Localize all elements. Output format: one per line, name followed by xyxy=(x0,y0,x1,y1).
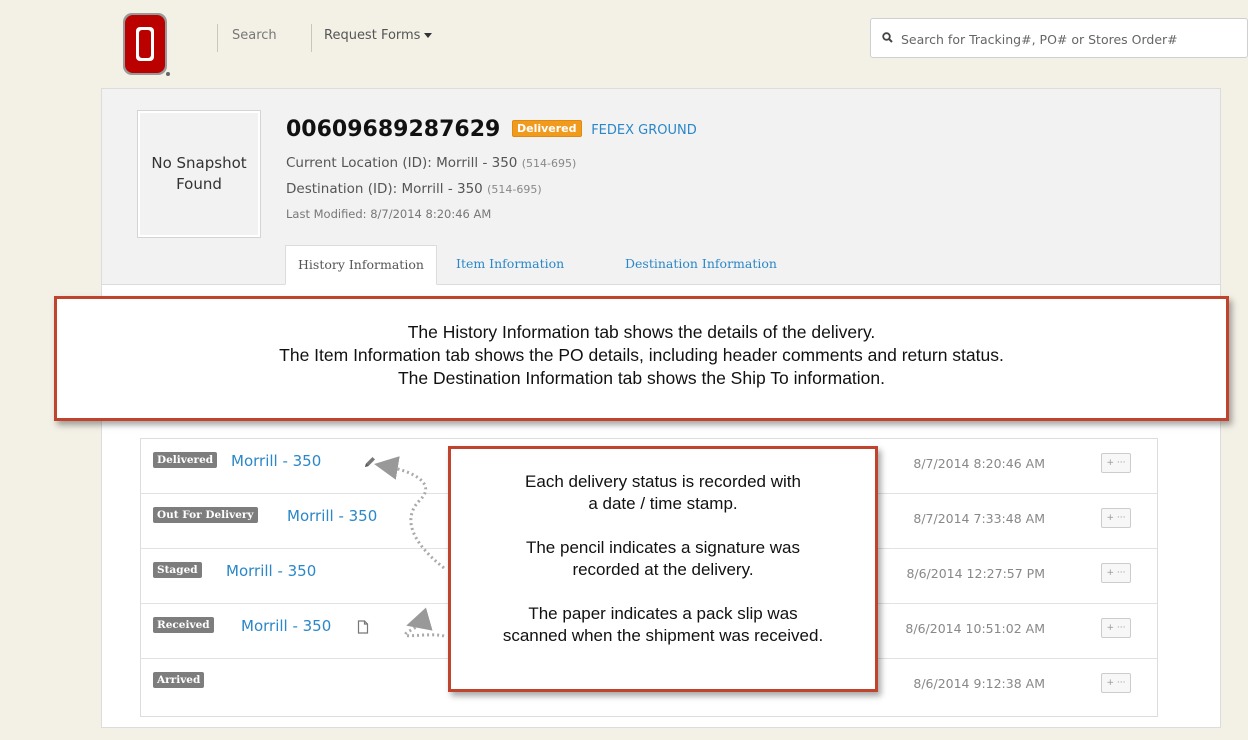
row-action-button[interactable]: + ··· xyxy=(1101,563,1131,583)
tracking-search-box[interactable] xyxy=(870,18,1248,58)
row-action-button[interactable]: + ··· xyxy=(1101,618,1131,638)
carrier-link[interactable]: FEDEX GROUND xyxy=(591,123,697,138)
shipment-header: No Snapshot Found 00609689287629 Deliver… xyxy=(102,89,1220,285)
current-location-label: Current Location (ID): xyxy=(286,155,432,171)
tracking-number: 00609689287629 xyxy=(286,117,501,142)
row-action-button[interactable]: + ··· xyxy=(1101,673,1131,693)
status-badge: Arrived xyxy=(153,672,205,688)
callout-line: The paper indicates a pack slip was xyxy=(528,604,798,623)
status-badge: Received xyxy=(153,617,214,633)
status-badge: Delivered xyxy=(153,452,218,468)
row-action-button[interactable]: + ··· xyxy=(1101,453,1131,473)
tracking-number-line: 00609689287629 Delivered FEDEX GROUND xyxy=(286,117,697,142)
current-location-value: Morrill - 350 xyxy=(436,155,518,171)
document-icon[interactable] xyxy=(357,620,369,634)
osu-logo[interactable] xyxy=(120,10,172,80)
tabs-explanation-callout: The History Information tab shows the de… xyxy=(54,296,1229,421)
snapshot-placeholder: No Snapshot Found xyxy=(138,111,260,237)
request-forms-label: Request Forms xyxy=(324,28,421,43)
callout-line: a date / time stamp. xyxy=(588,494,738,513)
current-location: Current Location (ID): Morrill - 350 (51… xyxy=(286,155,576,171)
location-link[interactable]: Morrill - 350 xyxy=(287,507,377,525)
tab-history-information[interactable]: History Information xyxy=(285,245,437,285)
callout-line: Each delivery status is recorded with xyxy=(525,472,801,491)
pencil-icon[interactable] xyxy=(363,455,377,469)
callout-line: The pencil indicates a signature was xyxy=(525,538,801,557)
timestamp: 8/6/2014 12:27:57 PM xyxy=(906,566,1045,581)
callout-line: scanned when the shipment was received. xyxy=(502,626,824,645)
callout-line: The History Information tab shows the de… xyxy=(407,322,876,342)
destination: Destination (ID): Morrill - 350 (514-695… xyxy=(286,181,542,197)
nav-divider xyxy=(311,24,312,52)
timestamp: 8/7/2014 7:33:48 AM xyxy=(913,511,1045,526)
callout-line: recorded at the delivery. xyxy=(572,560,754,579)
current-location-id: (514-695) xyxy=(521,157,577,170)
status-explanation-callout: Each delivery status is recorded with a … xyxy=(448,446,878,692)
status-badge: Out For Delivery xyxy=(153,507,258,523)
destination-label: Destination (ID): xyxy=(286,181,398,197)
timestamp: 8/7/2014 8:20:46 AM xyxy=(913,456,1045,471)
nav-divider xyxy=(217,24,218,52)
destination-id: (514-695) xyxy=(487,183,542,196)
location-link[interactable]: Morrill - 350 xyxy=(226,562,316,580)
location-link[interactable]: Morrill - 350 xyxy=(231,452,321,470)
timestamp: 8/6/2014 9:12:38 AM xyxy=(913,676,1045,691)
request-forms-dropdown[interactable]: Request Forms xyxy=(324,28,433,43)
callout-line: The Item Information tab shows the PO de… xyxy=(279,345,1004,365)
status-badge: Staged xyxy=(153,562,202,578)
callout-line: The Destination Information tab shows th… xyxy=(397,368,886,388)
destination-value: Morrill - 350 xyxy=(401,181,483,197)
location-link[interactable]: Morrill - 350 xyxy=(241,617,331,635)
tab-item-information[interactable]: Item Information xyxy=(456,245,564,285)
search-icon xyxy=(882,32,893,43)
tab-destination-information[interactable]: Destination Information xyxy=(625,245,777,285)
row-action-button[interactable]: + ··· xyxy=(1101,508,1131,528)
nav-search-link[interactable]: Search xyxy=(232,28,277,43)
tracking-search-input[interactable] xyxy=(899,27,1243,51)
last-modified: Last Modified: 8/7/2014 8:20:46 AM xyxy=(286,207,492,221)
timestamp: 8/6/2014 10:51:02 AM xyxy=(905,621,1045,636)
delivered-badge: Delivered xyxy=(511,120,582,137)
caret-down-icon xyxy=(424,33,433,38)
